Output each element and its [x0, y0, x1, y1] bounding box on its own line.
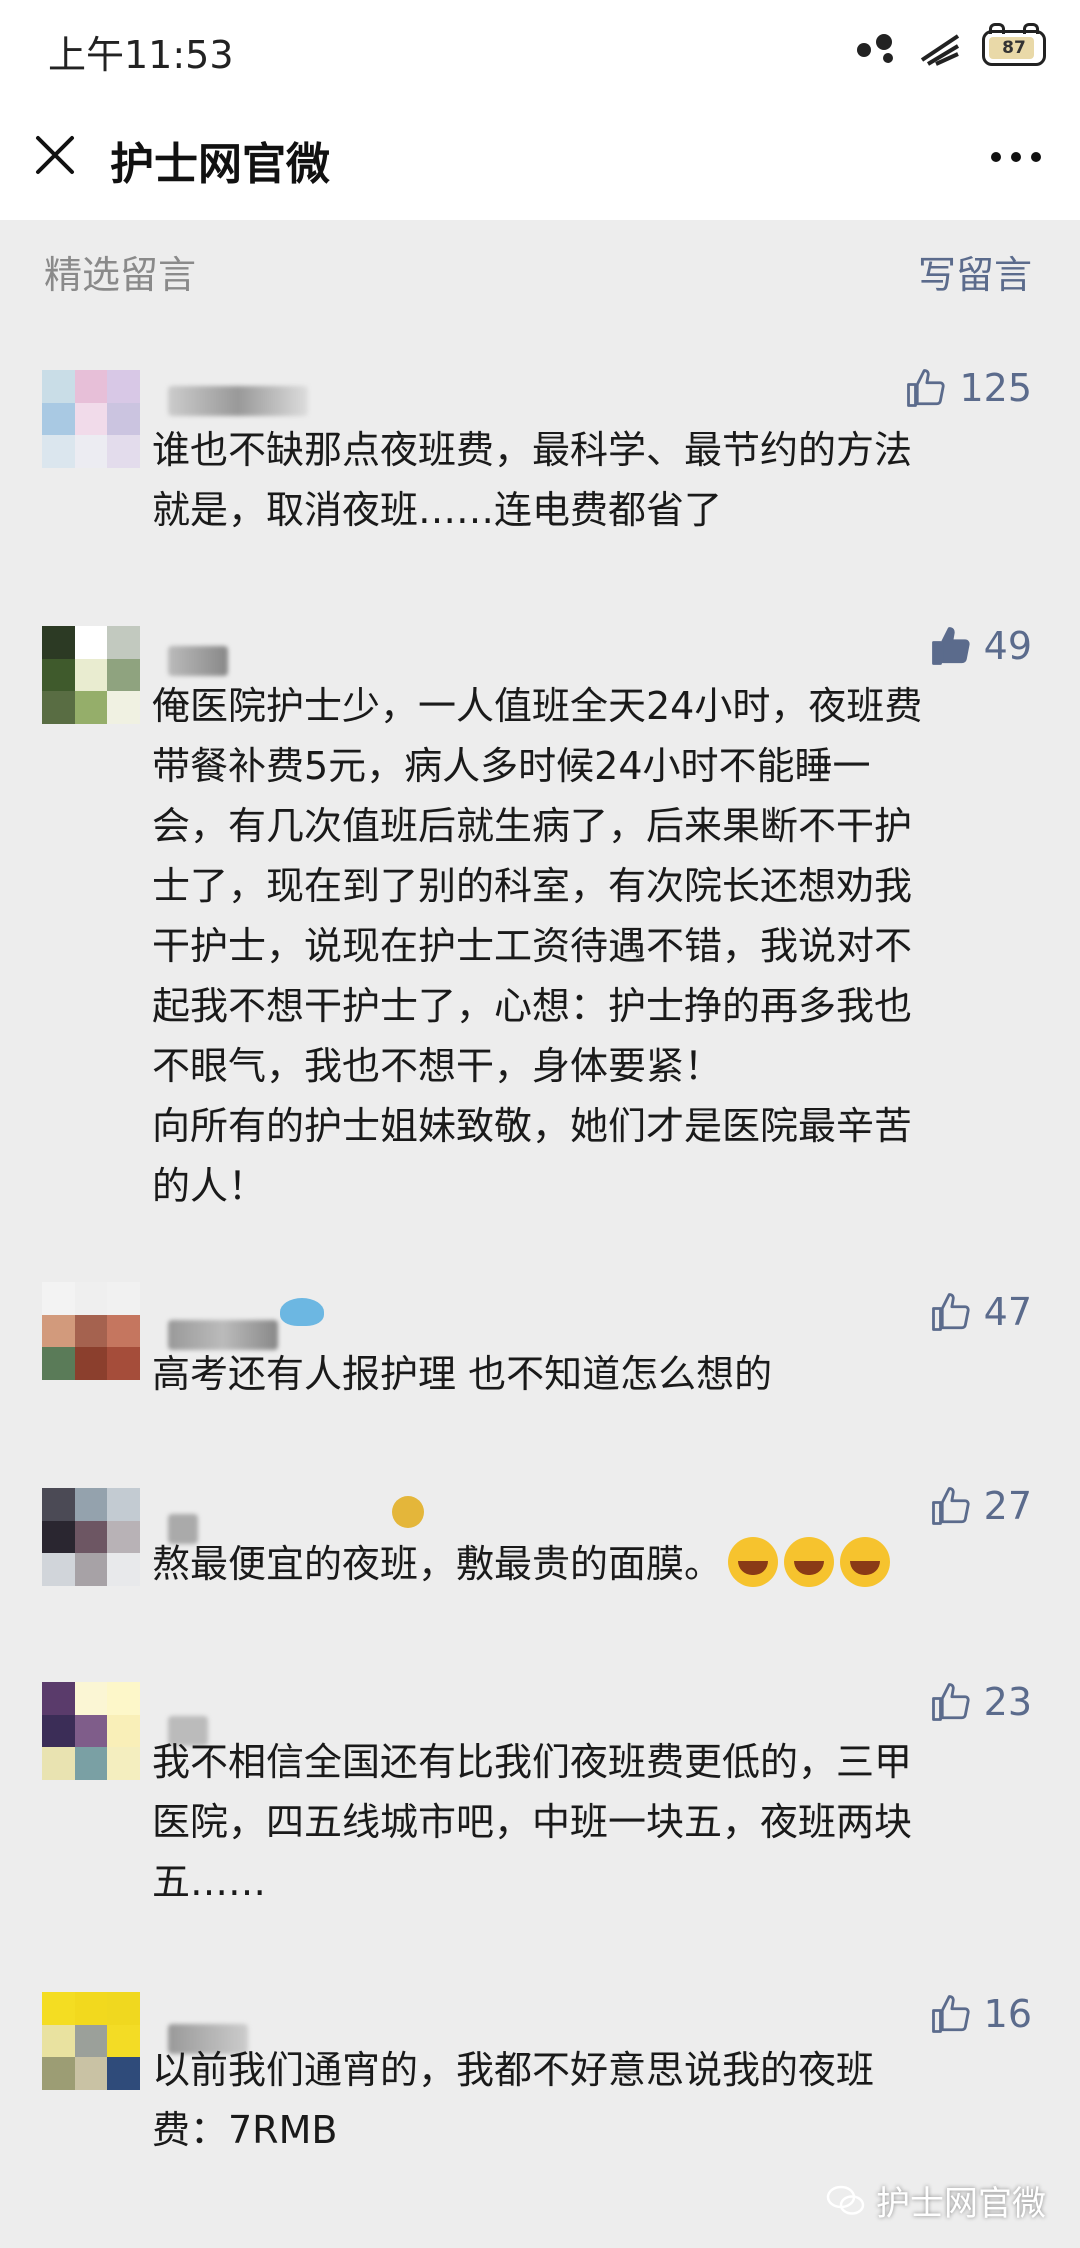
comment-line: 费：7RMB	[152, 2108, 338, 2152]
like-count: 47	[983, 1290, 1032, 1334]
status-bar: 上午11:53 87	[0, 0, 1080, 96]
comment-line: 带餐补费5元，病人多时候24小时不能睡一	[152, 744, 871, 788]
laughing-emoji-icon	[840, 1537, 891, 1587]
comment-line: 五……	[152, 1860, 267, 1904]
thumbs-up-icon	[931, 1293, 970, 1331]
like-count: 23	[983, 1680, 1032, 1724]
status-icons: 87	[854, 23, 1046, 70]
comment-line: 以前我们通宵的，我都不好意思说我的夜班	[152, 2048, 875, 2092]
avatar[interactable]	[42, 1682, 140, 1780]
comment-text: 谁也不缺那点夜班费，最科学、最节约的方法 就是，取消夜班……连电费都省了	[152, 420, 1032, 540]
notification-icon	[857, 34, 893, 63]
thumbs-up-icon	[931, 627, 970, 665]
comment-text: 高考还有人报护理 也不知道怎么想的	[152, 1344, 1032, 1404]
laughing-emoji-icon	[728, 1537, 779, 1587]
laughing-emoji-icon	[784, 1537, 835, 1587]
comment-line: 高考还有人报护理 也不知道怎么想的	[152, 1352, 773, 1396]
like-button[interactable]: 16	[930, 1992, 1032, 2036]
thumbs-up-icon	[907, 369, 946, 407]
like-count: 16	[983, 1992, 1032, 2036]
comment-line: 就是，取消夜班……连电费都省了	[152, 488, 723, 532]
thumbs-up-icon	[931, 1995, 970, 2033]
comment-line: 医院，四五线城市吧，中班一块五，夜班两块	[152, 1800, 913, 1844]
like-count: 27	[983, 1484, 1032, 1528]
avatar[interactable]	[42, 370, 140, 468]
battery-icon: 87	[982, 23, 1046, 66]
comment-line: 干护士，说现在护士工资待遇不错，我说对不	[152, 924, 913, 968]
page-title: 护士网官微	[110, 139, 330, 190]
comment-text: 熬最便宜的夜班，敷最贵的面膜。	[152, 1534, 1032, 1594]
comment-line: 熬最便宜的夜班，敷最贵的面膜。	[152, 1534, 1032, 1594]
comment-line: 起我不想干护士了，心想：护士挣的再多我也	[152, 984, 913, 1028]
like-count: 125	[959, 366, 1032, 410]
avatar[interactable]	[42, 626, 140, 724]
like-button[interactable]: 23	[930, 1680, 1032, 1724]
comment-line: 的人！	[152, 1164, 267, 1208]
like-button[interactable]: 49	[930, 624, 1032, 668]
write-comment-button[interactable]: 写留言	[918, 244, 1032, 299]
comment-text: 以前我们通宵的，我都不好意思说我的夜班 费：7RMB	[152, 2040, 1032, 2160]
watermark-text: 护士网官微	[876, 2184, 1046, 2224]
comment-text: 我不相信全国还有比我们夜班费更低的，三甲 医院，四五线城市吧，中班一块五，夜班两…	[152, 1732, 1032, 1912]
battery-percent: 87	[1002, 38, 1026, 58]
comment-text: 俺医院护士少，一人值班全天24小时，夜班费 带餐补费5元，病人多时候24小时不能…	[152, 676, 1032, 1216]
comment-line: 俺医院护士少，一人值班全天24小时，夜班费	[152, 684, 923, 728]
section-header: 精选留言 写留言	[0, 220, 1080, 330]
thumbs-up-icon	[931, 1487, 970, 1525]
comment-line-text: 熬最便宜的夜班，敷最贵的面膜。	[152, 1542, 723, 1586]
signal-icon	[920, 34, 960, 66]
whale-emoji-icon	[280, 1298, 324, 1326]
watermark: 护士网官微	[826, 2176, 1046, 2225]
comment-line: 谁也不缺那点夜班费，最科学、最节约的方法	[152, 428, 913, 472]
comment-line: 向所有的护士姐妹致敬，她们才是医院最辛苦	[152, 1104, 913, 1148]
more-icon[interactable]	[986, 132, 1046, 182]
comment-line: 士了，现在到了别的科室，有次院长还想劝我	[152, 864, 913, 908]
avatar[interactable]	[42, 1992, 140, 2090]
nav-bar: 护士网官微	[0, 96, 1080, 220]
comment-line: 会，有几次值班后就生病了，后来果断不干护	[152, 804, 913, 848]
featured-comments-title: 精选留言	[44, 253, 197, 297]
status-time: 上午11:53	[48, 33, 234, 77]
comment-line: 我不相信全国还有比我们夜班费更低的，三甲	[152, 1740, 913, 1784]
nickname-blurred	[168, 386, 308, 416]
comment-line: 不眼气，我也不想干，身体要紧！	[152, 1044, 723, 1088]
close-icon[interactable]	[30, 130, 80, 180]
nickname-blurred	[168, 646, 228, 676]
like-count: 49	[983, 624, 1032, 668]
flower-emoji-icon	[392, 1496, 424, 1528]
like-button[interactable]: 125	[905, 366, 1032, 410]
wechat-icon	[826, 2185, 865, 2215]
like-button[interactable]: 27	[930, 1484, 1032, 1528]
thumbs-up-icon	[931, 1683, 970, 1721]
like-button[interactable]: 47	[930, 1290, 1032, 1334]
avatar[interactable]	[42, 1488, 140, 1586]
avatar[interactable]	[42, 1282, 140, 1380]
